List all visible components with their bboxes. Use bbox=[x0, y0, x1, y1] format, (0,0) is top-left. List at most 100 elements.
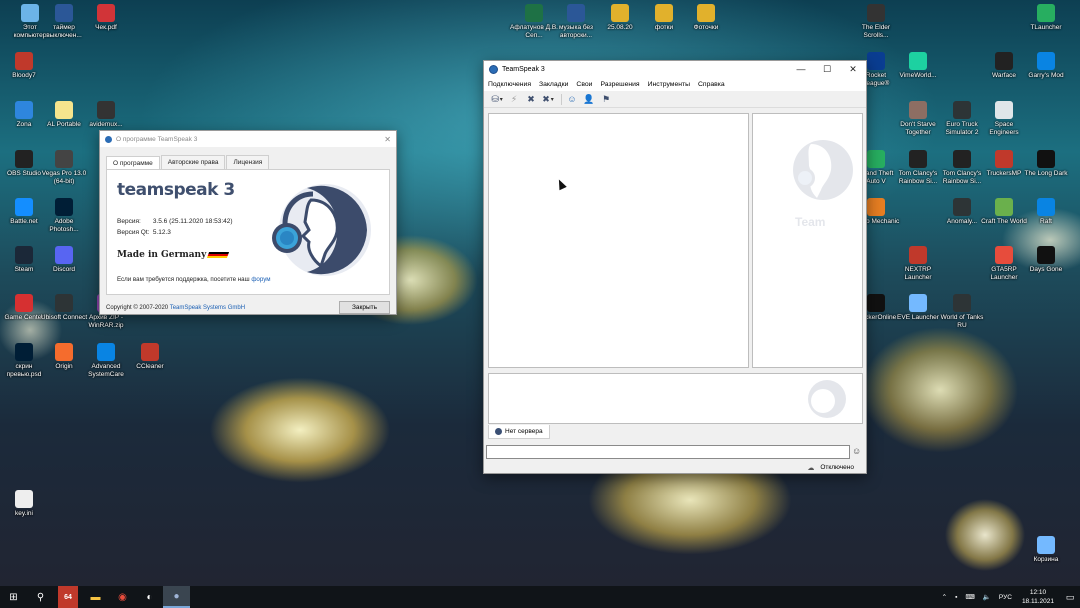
desktop-icon[interactable]: Space Engineers bbox=[980, 101, 1028, 137]
desktop-icon-label: Adobe Photosh... bbox=[49, 218, 79, 233]
search-icon[interactable]: ⚲ bbox=[27, 586, 54, 608]
qt-version-label: Версия Qt: bbox=[117, 229, 150, 236]
desktop-icon[interactable]: The Elder Scrolls... bbox=[852, 4, 900, 40]
disconnect-icon[interactable]: ⚡ bbox=[507, 93, 521, 105]
minimize-icon[interactable]: — bbox=[788, 64, 814, 75]
teamspeak-taskbar-icon[interactable]: ● bbox=[163, 586, 190, 608]
desktop-icon[interactable]: Фоточки bbox=[682, 4, 730, 32]
desktop-app-icon bbox=[15, 101, 33, 119]
about-close-icon[interactable]: ✕ bbox=[384, 135, 391, 144]
desktop-icon[interactable]: Adobe Photosh... bbox=[40, 198, 88, 234]
desktop-icon-label: Чек.pdf bbox=[95, 24, 117, 31]
desktop-icon[interactable]: Discord bbox=[40, 246, 88, 274]
file-explorer-icon[interactable]: ▬ bbox=[82, 586, 109, 608]
menu-self[interactable]: Свои bbox=[576, 81, 592, 88]
desktop-icon[interactable]: Don't Starve Together bbox=[894, 101, 942, 137]
desktop-app-icon bbox=[995, 246, 1013, 264]
desktop-app-icon bbox=[15, 294, 33, 312]
desktop-icon[interactable]: Garry's Mod bbox=[1022, 52, 1070, 80]
desktop-icon[interactable]: Raft bbox=[1022, 198, 1070, 226]
desktop-icon[interactable]: World of Tanks RU bbox=[938, 294, 986, 330]
desktop-icon[interactable]: Days Gone bbox=[1022, 246, 1070, 274]
emoticon-icon[interactable]: ☺ bbox=[852, 446, 861, 456]
desktop-icon[interactable]: Корзина bbox=[1022, 536, 1070, 564]
close-button[interactable]: Закрыть bbox=[338, 301, 390, 314]
steam-taskbar-icon[interactable]: ◐ bbox=[136, 586, 163, 608]
desktop-icon[interactable]: GTA5RP Launcher bbox=[980, 246, 1028, 282]
desktop-icon[interactable]: Bloody7 bbox=[0, 52, 48, 80]
desktop-icon[interactable]: avidemux... bbox=[82, 101, 130, 129]
desktop-icon[interactable]: The Long Dark bbox=[1022, 150, 1070, 178]
desktop-icon[interactable]: CCleaner bbox=[126, 343, 174, 371]
ts-titlebar[interactable]: TeamSpeak 3 — ☐ ✕ bbox=[484, 61, 866, 78]
tab-about[interactable]: О программе bbox=[106, 156, 160, 170]
tray-app-icon[interactable]: ▪ bbox=[955, 594, 957, 601]
desktop-icon[interactable]: фотки bbox=[640, 4, 688, 32]
contacts-icon[interactable]: 👤 bbox=[582, 93, 596, 105]
desktop-icon[interactable]: NEXTRP Launcher bbox=[894, 246, 942, 282]
mute-microphone-icon[interactable]: ✖ bbox=[524, 93, 538, 105]
desktop-icon[interactable]: Euro Truck Simulator 2 bbox=[938, 101, 986, 137]
tab-copyright[interactable]: Авторские права bbox=[160, 155, 226, 169]
desktop-icon-label: таймер выключен... bbox=[46, 24, 82, 39]
desktop-icon[interactable]: VimeWorld... bbox=[894, 52, 942, 80]
desktop-icon[interactable]: 25.08.20 bbox=[596, 4, 644, 32]
desktop-icon[interactable]: Craft The World bbox=[980, 198, 1028, 226]
desktop-icon[interactable]: TLauncher bbox=[1022, 4, 1070, 32]
desktop-icon[interactable]: AL Portable bbox=[40, 101, 88, 129]
desktop-icon[interactable]: EVE Launcher bbox=[894, 294, 942, 322]
desktop-icon[interactable]: Vegas Pro 13.0 (64-bit) bbox=[40, 150, 88, 186]
volume-icon[interactable]: 🔈 bbox=[983, 593, 991, 601]
desktop-icon[interactable]: Афлатунов Д.В. Сеп... bbox=[510, 4, 558, 40]
clock[interactable]: 12:10 18.11.2021 bbox=[1022, 588, 1054, 606]
desktop-icon-label: Vegas Pro 13.0 (64-bit) bbox=[41, 170, 87, 185]
server-tree[interactable] bbox=[488, 113, 749, 368]
desktop-icon[interactable]: музыка без авторски... bbox=[552, 4, 600, 40]
desktop-app-icon bbox=[55, 294, 73, 312]
desktop-icon-label: Craft The World bbox=[981, 218, 1027, 225]
desktop-app-icon bbox=[55, 343, 73, 361]
desktop-icon[interactable]: таймер выключен... bbox=[40, 4, 88, 40]
tray-chevron-icon[interactable]: ⌃ bbox=[942, 593, 947, 601]
chat-log[interactable] bbox=[488, 373, 863, 424]
menu-bookmarks[interactable]: Закладки bbox=[539, 81, 568, 88]
menu-permissions[interactable]: Разрешения bbox=[600, 81, 639, 88]
menu-help[interactable]: Справка bbox=[698, 81, 725, 88]
network-icon[interactable]: ⌨ bbox=[965, 593, 974, 601]
desktop-icon[interactable]: TruckersMP bbox=[980, 150, 1028, 178]
about-titlebar[interactable]: О программе TeamSpeak 3 ✕ bbox=[100, 131, 396, 147]
desktop-app-icon bbox=[55, 150, 73, 168]
mute-speakers-icon[interactable]: ✖ bbox=[541, 93, 555, 105]
tab-license[interactable]: Лицензия bbox=[226, 155, 270, 169]
desktop-icon[interactable]: key.ini bbox=[0, 490, 48, 518]
desktop-icon[interactable]: Чек.pdf bbox=[82, 4, 130, 32]
desktop-icon[interactable]: Tom Clancy's Rainbow Si... bbox=[938, 150, 986, 186]
desktop-icon[interactable]: Tom Clancy's Rainbow Si... bbox=[894, 150, 942, 186]
menu-tools[interactable]: Инструменты bbox=[648, 81, 690, 88]
desktop-icon[interactable]: Advanced SystemCare bbox=[82, 343, 130, 379]
connect-icon[interactable]: ⛁ bbox=[490, 93, 504, 105]
language-indicator[interactable]: РУС bbox=[999, 594, 1012, 601]
desktop-icon[interactable]: Ubisoft Connect bbox=[40, 294, 88, 322]
desktop-icon[interactable]: Warface bbox=[980, 52, 1028, 80]
away-status-icon[interactable]: ☺ bbox=[565, 93, 579, 105]
maximize-icon[interactable]: ☐ bbox=[814, 64, 840, 75]
chrome-icon[interactable]: ◉ bbox=[109, 586, 136, 608]
desktop-icon-label: TLauncher bbox=[1030, 24, 1062, 31]
desktop-app-icon bbox=[97, 101, 115, 119]
desktop-icon[interactable]: Anomaly... bbox=[938, 198, 986, 226]
desktop-icon[interactable]: Origin bbox=[40, 343, 88, 371]
chat-input[interactable] bbox=[486, 445, 850, 459]
notifications-icon[interactable]: ▭ bbox=[1060, 592, 1080, 603]
aida64-icon[interactable]: 64 bbox=[58, 586, 78, 608]
desktop-app-icon bbox=[697, 4, 715, 22]
channel-commander-icon[interactable]: ⚑ bbox=[599, 93, 613, 105]
start-windows-icon[interactable]: ⊞ bbox=[0, 586, 27, 608]
close-icon[interactable]: ✕ bbox=[840, 64, 866, 75]
desktop-icon-label: Euro Truck Simulator 2 bbox=[945, 121, 979, 136]
menu-connections[interactable]: Подключения bbox=[488, 81, 531, 88]
chat-tab-server[interactable]: Нет сервера bbox=[488, 425, 550, 439]
desktop-app-icon bbox=[15, 52, 33, 70]
teamspeak-systems-link[interactable]: TeamSpeak Systems GmbH bbox=[170, 305, 245, 311]
desktop-app-icon bbox=[97, 4, 115, 22]
